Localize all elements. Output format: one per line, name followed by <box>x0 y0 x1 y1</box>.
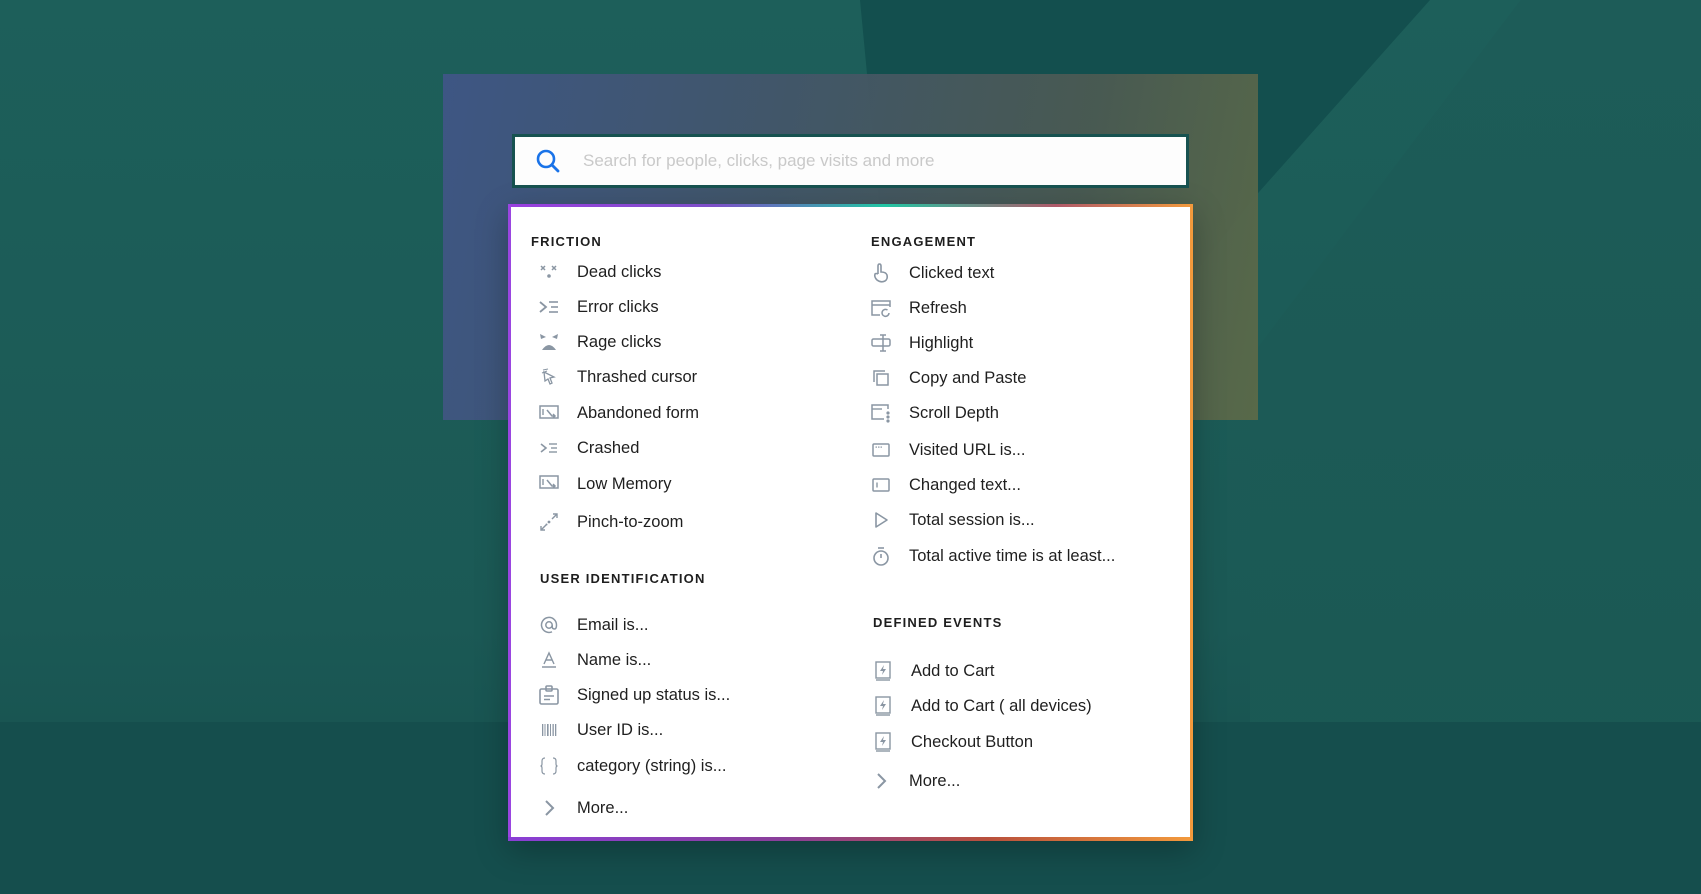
menu-item-label: Low Memory <box>577 474 672 493</box>
menu-item-label: User ID is... <box>577 720 664 739</box>
menu-item-total-session[interactable]: Total session is... <box>869 505 1035 535</box>
menu-item-checkout-button[interactable]: Checkout Button <box>871 727 1033 757</box>
copy-icon <box>869 366 893 390</box>
play-icon <box>869 508 893 532</box>
menu-item-add-to-cart-all-devices[interactable]: Add to Cart ( all devices) <box>871 691 1092 721</box>
menu-item-thrashed-cursor[interactable]: Thrashed cursor <box>537 362 697 392</box>
menu-item-copy-and-paste[interactable]: Copy and Paste <box>869 363 1026 393</box>
menu-item-label: Add to Cart <box>911 661 995 680</box>
menu-item-label: Dead clicks <box>577 262 662 281</box>
menu-item-total-active-time[interactable]: Total active time is at least... <box>869 541 1115 571</box>
clipboard-icon <box>537 683 561 707</box>
menu-item-label: Copy and Paste <box>909 368 1027 387</box>
low-memory-icon <box>537 472 561 496</box>
pinch-zoom-icon <box>537 510 561 534</box>
menu-item-label: Thrashed cursor <box>577 367 698 386</box>
menu-item-label: More... <box>577 798 629 817</box>
menu-item-user-id[interactable]: User ID is... <box>537 715 663 745</box>
menu-item-label: Checkout Button <box>911 732 1033 751</box>
results-panel: FRICTION Dead clicks Error clicks Rage c… <box>511 207 1190 838</box>
menu-item-label: Name is... <box>577 650 652 669</box>
chevron-right-icon <box>869 769 893 793</box>
menu-item-label: Email is... <box>577 615 649 634</box>
menu-item-name[interactable]: Name is... <box>537 645 651 675</box>
menu-item-more-defined-events[interactable]: More... <box>869 766 960 796</box>
section-title-engagement: ENGAGEMENT <box>871 234 977 249</box>
menu-item-low-memory[interactable]: Low Memory <box>537 469 671 499</box>
error-clicks-icon <box>537 295 561 319</box>
menu-item-label: Error clicks <box>577 297 659 316</box>
menu-item-label: Total active time is at least... <box>909 546 1116 565</box>
pointer-hand-icon <box>869 261 893 285</box>
menu-item-dead-clicks[interactable]: Dead clicks <box>537 257 661 287</box>
menu-item-label: More... <box>909 771 961 790</box>
menu-item-label: Clicked text <box>909 263 995 282</box>
search-icon <box>535 148 561 174</box>
menu-item-error-clicks[interactable]: Error clicks <box>537 292 659 322</box>
menu-item-highlight[interactable]: Highlight <box>869 328 973 358</box>
menu-item-label: Signed up status is... <box>577 685 731 704</box>
name-letter-icon <box>537 648 561 672</box>
menu-item-label: Visited URL is... <box>909 440 1026 459</box>
menu-item-refresh[interactable]: Refresh <box>869 293 967 323</box>
menu-item-label: Add to Cart ( all devices) <box>911 696 1092 715</box>
menu-item-scroll-depth[interactable]: Scroll Depth <box>869 398 999 428</box>
menu-item-label: Total session is... <box>909 510 1035 529</box>
menu-item-changed-text[interactable]: Changed text... <box>869 470 1021 500</box>
event-bolt-icon <box>871 659 895 683</box>
at-sign-icon <box>537 613 561 637</box>
menu-item-label: Abandoned form <box>577 403 700 422</box>
abandoned-form-icon <box>537 401 561 425</box>
menu-item-visited-url[interactable]: Visited URL is... <box>869 435 1025 465</box>
menu-item-signed-up-status[interactable]: Signed up status is... <box>537 680 730 710</box>
text-cursor-icon <box>869 331 893 355</box>
search-bar[interactable] <box>512 134 1189 188</box>
chevron-right-icon <box>537 796 561 820</box>
browser-window-icon <box>869 438 893 462</box>
menu-item-abandoned-form[interactable]: Abandoned form <box>537 398 699 428</box>
menu-item-email[interactable]: Email is... <box>537 610 649 640</box>
menu-item-more-user-identification[interactable]: More... <box>537 793 628 823</box>
search-input[interactable] <box>581 150 1186 172</box>
scroll-depth-icon <box>869 401 893 425</box>
menu-item-pinch-to-zoom[interactable]: Pinch-to-zoom <box>537 507 683 537</box>
menu-item-label: category (string) is... <box>577 756 727 775</box>
event-bolt-icon <box>871 694 895 718</box>
thrashed-cursor-icon <box>537 365 561 389</box>
menu-item-label: Pinch-to-zoom <box>577 512 684 531</box>
curly-braces-icon <box>537 754 561 778</box>
section-title-defined-events: DEFINED EVENTS <box>873 615 1003 630</box>
text-field-icon <box>869 473 893 497</box>
barcode-icon <box>537 718 561 742</box>
menu-item-label: Rage clicks <box>577 332 662 351</box>
stopwatch-icon <box>869 544 893 568</box>
crashed-icon <box>537 436 561 460</box>
menu-item-label: Highlight <box>909 333 974 352</box>
dead-clicks-icon <box>537 260 561 284</box>
rage-clicks-icon <box>537 330 561 354</box>
menu-item-crashed[interactable]: Crashed <box>537 433 639 463</box>
menu-item-label: Refresh <box>909 298 967 317</box>
menu-item-clicked-text[interactable]: Clicked text <box>869 258 994 288</box>
menu-item-label: Changed text... <box>909 475 1021 494</box>
refresh-window-icon <box>869 296 893 320</box>
event-bolt-icon <box>871 730 895 754</box>
section-title-user-identification: USER IDENTIFICATION <box>540 571 706 586</box>
menu-item-add-to-cart[interactable]: Add to Cart <box>871 656 994 686</box>
menu-item-rage-clicks[interactable]: Rage clicks <box>537 327 661 357</box>
menu-item-label: Crashed <box>577 438 640 457</box>
menu-item-category[interactable]: category (string) is... <box>537 751 726 781</box>
section-title-friction: FRICTION <box>531 234 602 249</box>
results-dropdown: FRICTION Dead clicks Error clicks Rage c… <box>508 204 1193 841</box>
menu-item-label: Scroll Depth <box>909 403 999 422</box>
